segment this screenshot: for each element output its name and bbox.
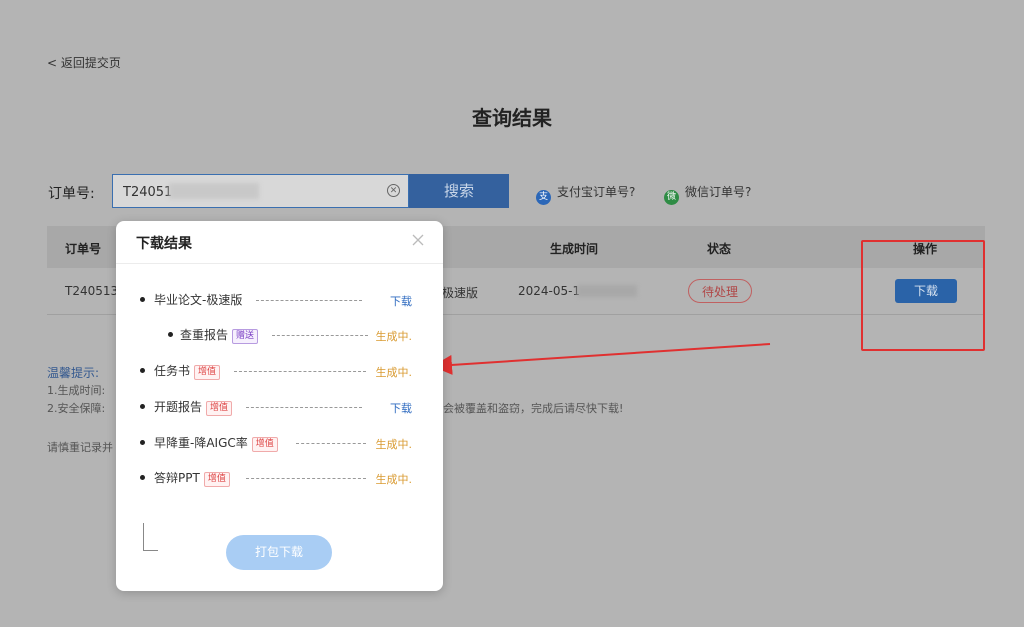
bullet	[168, 332, 173, 337]
list-item: 早降重-降AIGC率 增值 生成中.	[140, 434, 412, 452]
item-generating-status: 生成中.	[375, 330, 413, 343]
tree-connector	[143, 523, 144, 550]
item-name: 任务书 增值	[154, 362, 221, 380]
value-added-tag: 增值	[194, 365, 221, 380]
query-results-page: < 返回提交页 查询结果 订单号: ✕ 搜索 支支付宝订单号? 微微信订单号? …	[0, 0, 1024, 627]
bullet	[140, 475, 145, 480]
close-icon[interactable]	[411, 233, 425, 247]
dash-leader	[246, 407, 362, 408]
list-item: 毕业论文-极速版 下载	[140, 291, 412, 309]
dash-leader	[272, 335, 368, 336]
bullet	[140, 404, 145, 409]
item-download-link[interactable]: 下载	[390, 293, 412, 309]
bullet	[140, 368, 145, 373]
bullet	[140, 440, 145, 445]
arrow-line	[432, 343, 771, 375]
item-name: 查重报告 赠送	[180, 326, 259, 344]
item-name: 毕业论文-极速版	[154, 293, 243, 307]
item-name-text: 开题报告	[154, 400, 203, 414]
item-generating-status: 生成中.	[375, 366, 413, 379]
list-item: 开题报告 增值 下载	[140, 398, 412, 416]
item-name-text: 查重报告	[180, 328, 229, 342]
item-name-text: 早降重-降AIGC率	[154, 436, 248, 450]
item-name-text: 任务书	[154, 364, 191, 378]
modal-title: 下载结果	[136, 236, 192, 252]
value-added-tag: 增值	[251, 437, 278, 452]
item-name-text: 答辩PPT	[154, 471, 200, 485]
pack-download-button[interactable]: 打包下载	[226, 535, 332, 570]
dash-leader	[256, 300, 362, 301]
list-item: 答辩PPT 增值 生成中.	[140, 469, 412, 487]
dash-leader	[234, 371, 366, 372]
download-results-modal: 下载结果 毕业论文-极速版 下载 查重报告 赠送 生成中. 任务书 增值 生成中.	[116, 221, 443, 591]
item-generating-status: 生成中.	[375, 473, 413, 486]
item-generating-status: 生成中.	[375, 438, 413, 451]
bullet	[140, 297, 145, 302]
modal-divider	[116, 263, 443, 264]
value-added-tag: 增值	[203, 472, 230, 487]
list-item: 任务书 增值 生成中.	[140, 362, 412, 380]
value-added-tag: 增值	[206, 401, 233, 416]
item-name: 答辩PPT 增值	[154, 469, 230, 487]
dash-leader	[296, 443, 366, 444]
dash-leader	[246, 478, 366, 479]
tree-connector-h	[143, 550, 158, 551]
item-name: 开题报告 增值	[154, 398, 233, 416]
item-name: 早降重-降AIGC率 增值	[154, 434, 278, 452]
gift-tag: 赠送	[232, 329, 259, 344]
list-item: 查重报告 赠送 生成中.	[140, 326, 412, 344]
item-download-link[interactable]: 下载	[390, 400, 412, 416]
